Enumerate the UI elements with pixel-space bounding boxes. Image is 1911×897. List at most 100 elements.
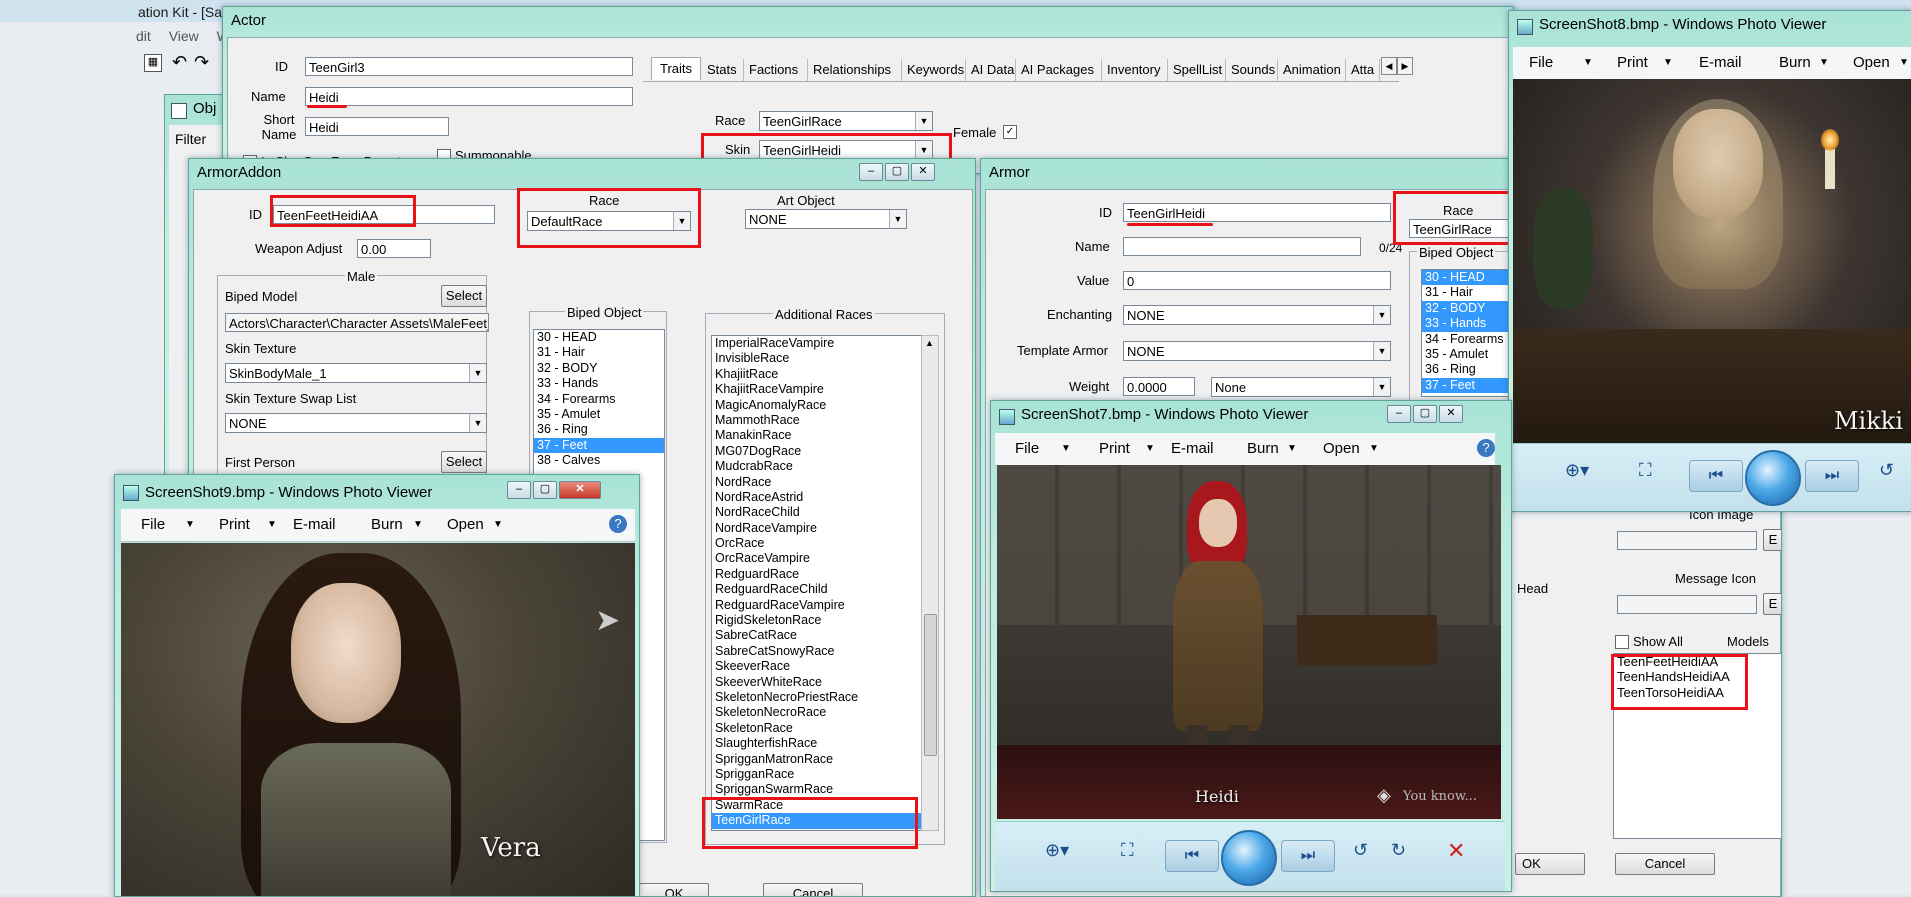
photo7-maximize-button[interactable]: ▢: [1413, 405, 1437, 423]
list-item[interactable]: 38 - Calves: [534, 453, 664, 468]
template-armor-combo[interactable]: NONE ▼: [1123, 341, 1391, 361]
list-item[interactable]: 35 - Amulet: [1422, 347, 1522, 362]
menu-burn[interactable]: Burn: [1779, 54, 1811, 71]
list-item[interactable]: TeenHandsHeidiAA: [1614, 669, 1781, 684]
list-item[interactable]: NordRaceAstrid: [712, 490, 922, 505]
rotate-left-icon[interactable]: ↺: [1879, 460, 1894, 481]
menu-burn[interactable]: Burn: [1247, 440, 1279, 457]
additional-races-list[interactable]: ImperialRaceVampire InvisibleRace KhajiitR…: [711, 335, 923, 831]
tab-sounds[interactable]: Sounds: [1231, 59, 1278, 81]
menu-email[interactable]: E-mail: [1171, 440, 1214, 457]
list-item[interactable]: MG07DogRace: [712, 444, 922, 459]
previous-button[interactable]: ⏮: [1689, 460, 1743, 492]
delete-icon[interactable]: ✕: [1447, 838, 1465, 864]
list-item[interactable]: SkeeverWhiteRace: [712, 675, 922, 690]
tab-keywords[interactable]: Keywords: [907, 59, 966, 81]
list-item[interactable]: 34 - Forearms: [534, 392, 664, 407]
actual-size-icon[interactable]: ⛶: [1121, 840, 1134, 861]
list-item[interactable]: SkeletonNecroRace: [712, 705, 922, 720]
list-item[interactable]: RedguardRaceVampire: [712, 598, 922, 613]
actor-skin-combo[interactable]: TeenGirlHeidi ▼: [759, 140, 933, 160]
first-person-select-button[interactable]: Select: [441, 451, 487, 473]
list-item[interactable]: 37 - Feet: [534, 437, 664, 454]
weight-field[interactable]: 0.0000: [1123, 377, 1195, 396]
message-icon-field[interactable]: [1617, 595, 1757, 614]
biped-model-path-field[interactable]: Actors\Character\Character Assets\MaleFe…: [225, 313, 489, 332]
list-item[interactable]: 31 - Hair: [534, 345, 664, 360]
list-item[interactable]: SabreCatSnowyRace: [712, 644, 922, 659]
actor-name-field[interactable]: Heidi: [305, 87, 633, 106]
list-item[interactable]: InvisibleRace: [712, 351, 922, 366]
list-item[interactable]: 36 - Ring: [534, 422, 664, 437]
list-item[interactable]: ImperialRaceVampire: [712, 336, 922, 351]
aa-id-field[interactable]: TeenFeetHeidiAA: [273, 205, 495, 224]
menu-print[interactable]: Print: [1617, 54, 1648, 71]
list-item[interactable]: SkeeverRace: [712, 659, 922, 674]
armor-cancel-button[interactable]: Cancel: [1615, 853, 1715, 875]
list-item[interactable]: MudcrabRace: [712, 459, 922, 474]
armor-name-field[interactable]: [1123, 237, 1361, 256]
aa-race-combo[interactable]: DefaultRace ▼: [527, 211, 691, 231]
menu-print[interactable]: Print: [219, 516, 250, 533]
list-item[interactable]: SabreCatRace: [712, 628, 922, 643]
menu-file[interactable]: File: [141, 516, 165, 533]
list-item[interactable]: 31 - Hair: [1422, 285, 1522, 300]
models-list[interactable]: TeenFeetHeidiAA TeenHandsHeidiAA TeenTorso…: [1613, 653, 1781, 839]
actual-size-icon[interactable]: ⛶: [1639, 460, 1652, 481]
armor-addon-close-button[interactable]: ✕: [911, 163, 935, 181]
weapon-adjust-field[interactable]: 0.00: [357, 239, 431, 258]
zoom-icon[interactable]: ⊕▾: [1045, 840, 1069, 861]
armor-value-field[interactable]: 0: [1123, 271, 1391, 290]
rotate-left-icon[interactable]: ↺: [1353, 840, 1368, 861]
list-item[interactable]: 36 - Ring: [1422, 362, 1522, 377]
photo9-minimize-button[interactable]: –: [507, 481, 531, 499]
skin-texture-combo[interactable]: SkinBodyMale_1 ▼: [225, 363, 487, 383]
actor-id-field[interactable]: TeenGirl3: [305, 57, 633, 76]
enchanting-combo[interactable]: NONE ▼: [1123, 305, 1391, 325]
scrollbar-thumb[interactable]: [924, 614, 937, 756]
list-item[interactable]: 33 - Hands: [1422, 316, 1522, 332]
list-item[interactable]: 32 - BODY: [534, 361, 664, 376]
photo7-minimize-button[interactable]: –: [1387, 405, 1411, 423]
tab-inventory[interactable]: Inventory: [1107, 59, 1168, 81]
menu-file[interactable]: File: [1015, 440, 1039, 457]
armor-addon-minimize-button[interactable]: –: [859, 163, 883, 181]
tab-scroll-right-button[interactable]: ▶: [1397, 57, 1413, 75]
tab-ai-packages[interactable]: AI Packages: [1021, 59, 1102, 81]
next-button[interactable]: ⏭: [1805, 460, 1859, 492]
scroll-up-icon[interactable]: ▲: [925, 338, 934, 348]
photo9-maximize-button[interactable]: ▢: [533, 481, 557, 499]
list-item[interactable]: SkeletonNecroPriestRace: [712, 690, 922, 705]
list-item[interactable]: 35 - Amulet: [534, 407, 664, 422]
list-item[interactable]: OrcRaceVampire: [712, 551, 922, 566]
list-item[interactable]: MammothRace: [712, 413, 922, 428]
list-item[interactable]: TeenFeetHeidiAA: [1614, 654, 1781, 669]
message-icon-edit-button[interactable]: E: [1763, 593, 1781, 615]
slideshow-button[interactable]: [1221, 830, 1277, 886]
list-item[interactable]: 30 - HEAD: [534, 330, 664, 345]
list-item[interactable]: SprigganSwarmRace: [712, 782, 922, 797]
menu-open[interactable]: Open: [1323, 440, 1360, 457]
actor-race-combo[interactable]: TeenGirlRace ▼: [759, 111, 933, 131]
list-item[interactable]: NordRaceChild: [712, 505, 922, 520]
list-item[interactable]: 37 - Feet: [1422, 377, 1522, 394]
biped-model-select-button[interactable]: Select: [441, 285, 487, 307]
menu-edit[interactable]: dit: [136, 28, 151, 44]
list-item[interactable]: ManakinRace: [712, 428, 922, 443]
races-scrollbar[interactable]: ▲: [921, 335, 939, 831]
help-icon[interactable]: ?: [1477, 439, 1495, 457]
list-item[interactable]: SprigganMatronRace: [712, 752, 922, 767]
tab-attach[interactable]: Atta: [1351, 59, 1380, 81]
aa-art-object-combo[interactable]: NONE ▼: [745, 209, 907, 229]
icon-image-edit-button[interactable]: E: [1763, 529, 1781, 551]
menu-view[interactable]: View: [169, 28, 199, 44]
armor-ok-button[interactable]: OK: [1515, 853, 1585, 875]
tab-spelllist[interactable]: SpellList: [1173, 59, 1226, 81]
show-all-checkbox[interactable]: [1615, 635, 1629, 649]
actor-short-name-field[interactable]: Heidi: [305, 117, 449, 136]
armor-addon-maximize-button[interactable]: ▢: [885, 163, 909, 181]
list-item[interactable]: SprigganRace: [712, 767, 922, 782]
list-item[interactable]: TeenTorsoHeidiAA: [1614, 685, 1781, 700]
list-item[interactable]: 33 - Hands: [534, 376, 664, 391]
skin-swap-combo[interactable]: NONE ▼: [225, 413, 487, 433]
